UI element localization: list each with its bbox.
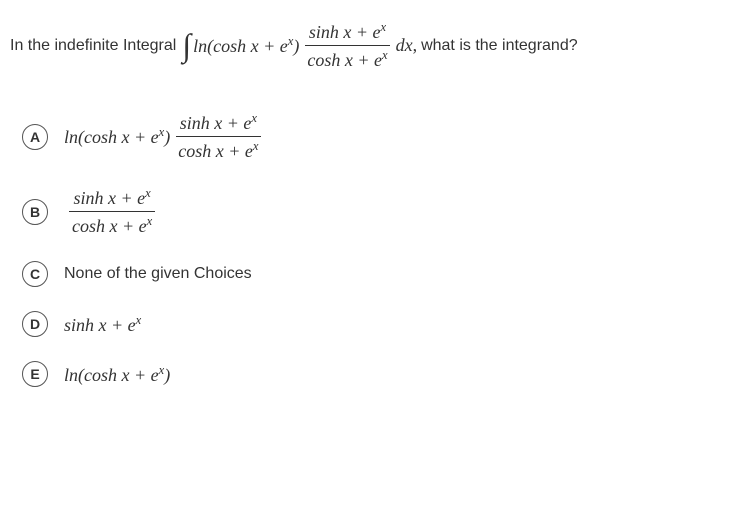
fraction-numerator: sinh x + ex — [305, 20, 390, 46]
question-suffix: what is the integrand? — [421, 37, 578, 55]
option-letter-a: A — [22, 124, 48, 150]
integral-sign: ∫ — [182, 27, 191, 64]
option-letter-b: B — [22, 199, 48, 225]
fraction-denominator: cosh x + ex — [303, 46, 391, 71]
option-c[interactable]: C None of the given Choices — [22, 261, 732, 287]
dx: dx — [396, 35, 413, 56]
option-d[interactable]: D sinh x + ex — [22, 311, 732, 337]
option-letter-d: D — [22, 311, 48, 337]
option-content-c: None of the given Choices — [64, 265, 252, 283]
option-e[interactable]: E ln(cosh x + ex) — [22, 361, 732, 387]
integral-expression: ∫ ln(cosh x + ex) sinh x + ex cosh x + e… — [180, 20, 417, 71]
option-content-e: ln(cosh x + ex) — [64, 363, 170, 386]
option-letter-e: E — [22, 361, 48, 387]
option-content-a: ln(cosh x + ex) sinh x + ex cosh x + ex — [64, 111, 266, 162]
option-content-d: sinh x + ex — [64, 313, 141, 336]
option-b-fraction: sinh x + ex cosh x + ex — [68, 186, 156, 237]
option-content-b: sinh x + ex cosh x + ex — [64, 186, 160, 237]
option-b[interactable]: B sinh x + ex cosh x + ex — [22, 186, 732, 237]
option-a[interactable]: A ln(cosh x + ex) sinh x + ex cosh x + e… — [22, 111, 732, 162]
option-a-fraction: sinh x + ex cosh x + ex — [174, 111, 262, 162]
question-prompt: In the indefinite Integral ∫ ln(cosh x +… — [10, 20, 732, 71]
fraction: sinh x + ex cosh x + ex — [303, 20, 391, 71]
ln-cosh: ln(cosh x + ex) — [193, 34, 299, 57]
options-list: A ln(cosh x + ex) sinh x + ex cosh x + e… — [22, 111, 732, 387]
option-letter-c: C — [22, 261, 48, 287]
question-prefix: In the indefinite Integral — [10, 37, 176, 55]
